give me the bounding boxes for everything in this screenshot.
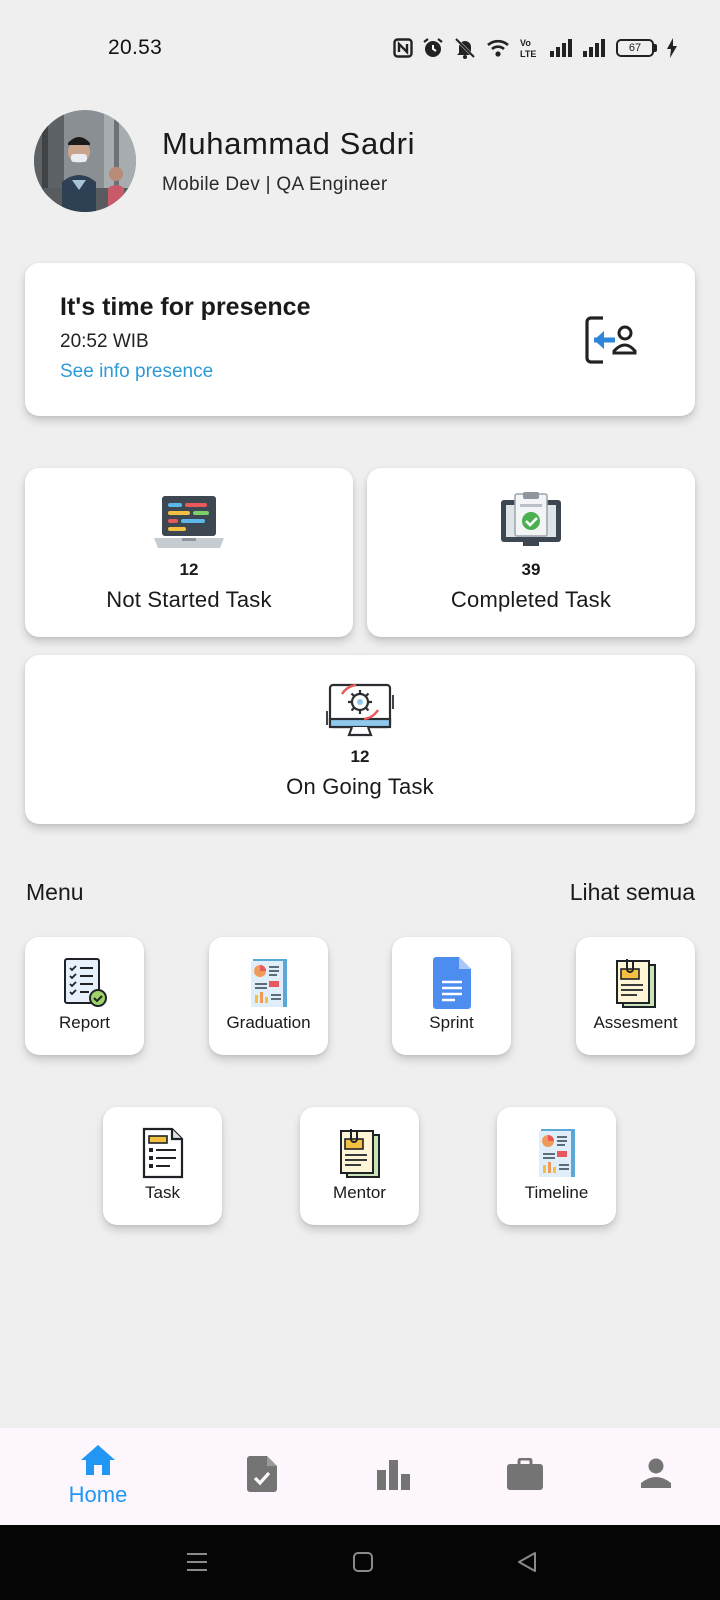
menu-sprint[interactable]: Sprint bbox=[392, 937, 511, 1055]
monitor-gear-icon bbox=[326, 683, 394, 737]
home-icon bbox=[81, 1445, 115, 1475]
completed-clipboard-icon bbox=[501, 492, 561, 546]
bottom-navigation: Home bbox=[0, 1428, 720, 1525]
menu-graduation-label: Graduation bbox=[226, 1013, 311, 1032]
menu-report-label: Report bbox=[58, 1013, 111, 1032]
not-started-task-label: Not Started Task bbox=[106, 587, 272, 612]
status-time: 20.53 bbox=[108, 36, 163, 59]
task-document-icon bbox=[142, 1127, 183, 1179]
svg-text:LTE: LTE bbox=[520, 49, 536, 59]
person-icon bbox=[641, 1458, 671, 1488]
profile-header: Muhammad Sadri Mobile Dev | QA Engineer bbox=[34, 110, 415, 212]
not-started-task-card[interactable]: 12 Not Started Task bbox=[25, 468, 353, 637]
ongoing-task-card[interactable]: 12 On Going Task bbox=[25, 655, 695, 824]
signal-icon-1 bbox=[550, 39, 572, 57]
menu-mentor-label: Mentor bbox=[333, 1183, 386, 1202]
nav-home-label: Home bbox=[68, 1482, 128, 1507]
nav-profile[interactable] bbox=[636, 1428, 676, 1525]
menu-mentor[interactable]: Mentor bbox=[300, 1107, 419, 1225]
battery-cap bbox=[654, 44, 657, 52]
ongoing-task-count: 12 bbox=[350, 747, 370, 766]
nav-task[interactable] bbox=[242, 1428, 282, 1525]
menu-task-label: Task bbox=[145, 1183, 180, 1202]
mute-icon bbox=[454, 37, 476, 59]
completed-task-card[interactable]: 39 Completed Task bbox=[367, 468, 695, 637]
profile-role: Mobile Dev | QA Engineer bbox=[162, 174, 388, 195]
presence-time: 20:52 WIB bbox=[60, 331, 149, 352]
menu-graduation[interactable]: Graduation bbox=[209, 937, 328, 1055]
battery-indicator: 67 bbox=[616, 39, 657, 57]
task-check-icon bbox=[247, 1456, 277, 1492]
mentor-clip-icon bbox=[339, 1129, 380, 1178]
presence-login-icon[interactable] bbox=[585, 315, 637, 365]
briefcase-icon bbox=[507, 1458, 543, 1490]
status-bar: 20.53 Vo LTE 67 bbox=[0, 0, 720, 96]
menu-assesment-label: Assesment bbox=[593, 1013, 678, 1032]
document-icon bbox=[432, 957, 471, 1009]
report-checklist-icon bbox=[63, 958, 107, 1007]
signal-icon-2 bbox=[583, 39, 605, 57]
menu-title: Menu bbox=[26, 879, 84, 905]
bar-chart-icon bbox=[377, 1460, 410, 1490]
ongoing-task-label: On Going Task bbox=[286, 774, 434, 799]
volte-icon: VoLTE bbox=[520, 38, 536, 59]
menu-task[interactable]: Task bbox=[103, 1107, 222, 1225]
presence-card[interactable]: It's time for presence 20:52 WIB See inf… bbox=[25, 263, 695, 416]
menu-report[interactable]: Report bbox=[25, 937, 144, 1055]
alarm-icon bbox=[423, 38, 443, 57]
home-button-icon[interactable] bbox=[352, 1551, 374, 1573]
wifi-icon bbox=[487, 39, 509, 57]
menu-timeline-label: Timeline bbox=[524, 1183, 589, 1202]
see-all-link[interactable]: Lihat semua bbox=[570, 879, 695, 906]
laptop-code-icon bbox=[154, 496, 224, 548]
nav-work[interactable] bbox=[505, 1428, 545, 1525]
recent-apps-icon[interactable] bbox=[186, 1551, 208, 1573]
nfc-icon bbox=[393, 38, 413, 58]
back-button-icon[interactable] bbox=[516, 1551, 538, 1573]
not-started-task-count: 12 bbox=[179, 560, 199, 579]
nav-statistics[interactable] bbox=[374, 1428, 414, 1525]
status-icons: Vo LTE 67 bbox=[393, 36, 678, 60]
completed-task-label: Completed Task bbox=[450, 587, 612, 612]
nav-home[interactable]: Home bbox=[58, 1428, 138, 1525]
battery-level: 67 bbox=[616, 39, 654, 57]
menu-sprint-label: Sprint bbox=[429, 1013, 474, 1032]
presence-title: It's time for presence bbox=[60, 293, 311, 321]
svg-text:Vo: Vo bbox=[520, 38, 531, 48]
menu-assesment[interactable]: Assesment bbox=[576, 937, 695, 1055]
menu-timeline[interactable]: Timeline bbox=[497, 1107, 616, 1225]
completed-task-count: 39 bbox=[521, 560, 541, 579]
profile-name: Muhammad Sadri bbox=[162, 126, 416, 161]
charging-icon bbox=[667, 38, 677, 58]
profile-text: Muhammad Sadri Mobile Dev | QA Engineer bbox=[162, 126, 415, 196]
system-navigation-bar bbox=[0, 1525, 720, 1600]
avatar[interactable] bbox=[34, 110, 136, 212]
menu-header: Menu Lihat semua bbox=[26, 879, 695, 906]
timeline-chart-icon bbox=[538, 1129, 575, 1177]
assessment-clip-icon bbox=[615, 959, 656, 1008]
graduation-report-icon bbox=[250, 959, 287, 1007]
see-info-presence-link[interactable]: See info presence bbox=[60, 361, 213, 383]
